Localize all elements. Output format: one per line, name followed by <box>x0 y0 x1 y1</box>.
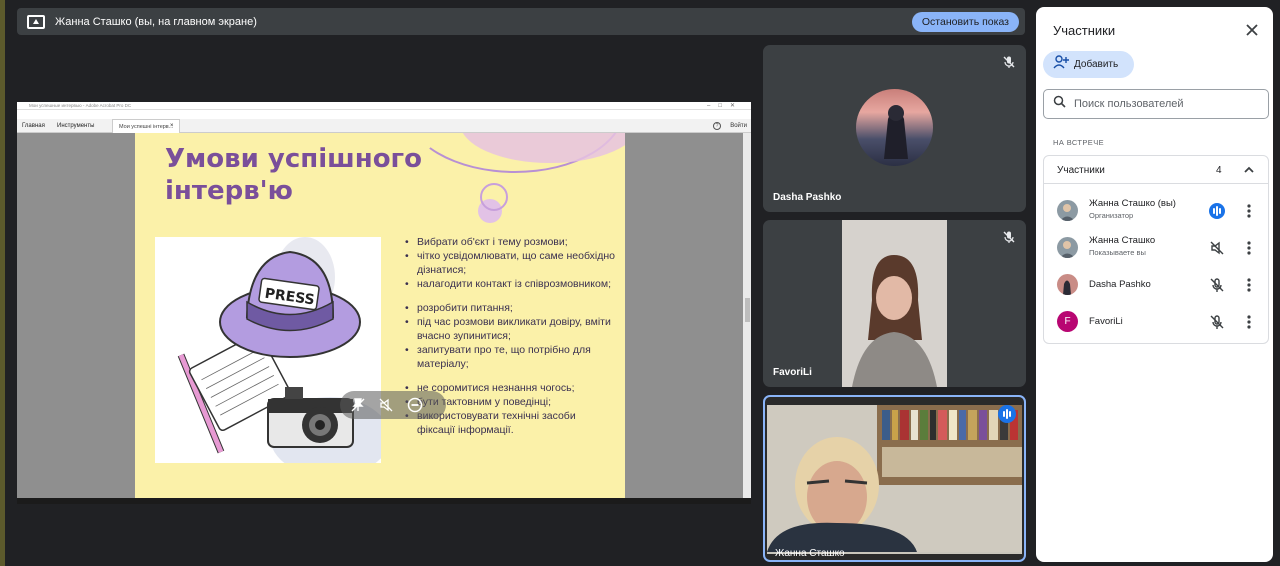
mic-off-icon <box>1002 230 1016 244</box>
shared-screen: Мои успешные интервью - Adobe Acrobat Pr… <box>17 102 751 504</box>
pin-icon[interactable] <box>350 397 366 413</box>
stop-presenting-button[interactable]: Остановить показ <box>911 11 1019 32</box>
close-icon[interactable] <box>1243 21 1261 39</box>
chevron-up-icon[interactable] <box>1242 163 1256 177</box>
section-label: НА ВСТРЕЧЕ <box>1053 138 1105 147</box>
presenting-bar: Жанна Сташко (вы, на главном экране) Ост… <box>17 8 1025 35</box>
add-participant-button[interactable]: Добавить <box>1043 51 1134 78</box>
bullet-item: чітко усвідомлювати, що саме необхідно д… <box>405 249 615 277</box>
bullet-item: налагодити контакт із співрозмовником; <box>405 277 615 291</box>
group-label: Участники <box>1057 165 1105 176</box>
remove-icon[interactable] <box>407 397 423 413</box>
mic-off-icon <box>1208 313 1226 331</box>
meet-window: Жанна Сташко (вы, на главном экране) Ост… <box>0 0 1280 566</box>
mute-icon[interactable] <box>378 397 394 413</box>
participant-tile[interactable]: Dasha Pashko <box>763 45 1026 212</box>
pdf-scrollbar <box>743 133 751 498</box>
participant-role: Организатор <box>1089 211 1134 220</box>
help-icon: ? <box>713 122 721 130</box>
participant-name: Жанна Сташко <box>1089 235 1156 246</box>
avatar <box>1057 200 1078 221</box>
participant-group-header[interactable]: Участники 4 <box>1044 156 1268 184</box>
slide-title: Умови успішного інтерв'ю <box>165 144 423 206</box>
pdf-tab-home: Главная <box>22 123 45 129</box>
add-person-icon <box>1053 55 1069 74</box>
tile-name: Dasha Pashko <box>773 192 842 203</box>
window-controls: –□✕ <box>707 103 743 109</box>
participant-row[interactable]: Жанна Сташко Показываете вы <box>1044 229 1268 266</box>
more-options-icon[interactable] <box>1244 276 1254 294</box>
bullet-item: розробити питання; <box>405 301 615 315</box>
participant-role: Показываете вы <box>1089 248 1146 257</box>
participant-name: FavoriLi <box>1089 316 1123 327</box>
add-button-label: Добавить <box>1074 59 1119 70</box>
window-edge <box>0 0 5 566</box>
pdf-tabbar: Главная Инструменты Мои успешні інтерв..… <box>17 119 751 133</box>
participant-name: Жанна Сташко (вы) <box>1089 198 1176 209</box>
press-illustration: PRESS <box>155 237 381 463</box>
mic-off-icon <box>1208 276 1226 294</box>
pdf-tab-tools: Инструменты <box>57 123 95 129</box>
participant-list: Участники 4 Жанна Сташко (вы) Организато… <box>1043 155 1269 344</box>
participant-tile-active[interactable]: Жанна Сташко <box>763 395 1026 562</box>
mic-off-icon <box>1002 55 1016 69</box>
presenting-off-icon <box>1208 239 1226 257</box>
more-options-icon[interactable] <box>1244 313 1254 331</box>
panel-title: Участники <box>1053 23 1116 38</box>
more-options-icon[interactable] <box>1244 202 1254 220</box>
participant-name: Dasha Pashko <box>1089 279 1151 290</box>
presenting-text: Жанна Сташко (вы, на главном экране) <box>55 15 257 28</box>
participant-row[interactable]: F FavoriLi <box>1044 303 1268 340</box>
participant-tile[interactable]: FavoriLi <box>763 220 1026 387</box>
avatar <box>1057 237 1078 258</box>
bullet-item: Вибрати об'єкт і тему розмови; <box>405 235 615 249</box>
more-options-icon[interactable] <box>1244 239 1254 257</box>
video-feed <box>767 405 1022 554</box>
tile-name: FavoriLi <box>773 367 812 378</box>
slide: Умови успішного інтерв'ю PRESS • Вибрати… <box>135 133 625 498</box>
avatar <box>856 89 933 166</box>
participant-row[interactable]: Жанна Сташко (вы) Организатор <box>1044 192 1268 229</box>
speaking-icon <box>1208 202 1226 220</box>
pdf-menubar: Файл Редактирование Просмотр Окно Справк… <box>17 110 751 124</box>
pdf-window-title: Мои успешные интервью - Adobe Acrobat Pr… <box>29 103 132 108</box>
bullet-item: запитувати про те, що потрібно для матер… <box>405 343 615 371</box>
group-count: 4 <box>1216 165 1222 176</box>
search-icon <box>1053 95 1066 113</box>
speaking-icon <box>998 405 1016 423</box>
video-feed <box>842 220 947 387</box>
presentation-controls <box>340 391 446 419</box>
bullet-item: під час розмови викликати довіру, вміти … <box>405 315 615 343</box>
participant-row[interactable]: Dasha Pashko <box>1044 266 1268 303</box>
present-screen-icon <box>27 14 45 29</box>
search-input[interactable]: Поиск пользователей <box>1043 89 1269 119</box>
avatar <box>1057 274 1078 295</box>
pdf-login: Войти <box>730 123 747 129</box>
pdf-titlebar: Мои успешные интервью - Adobe Acrobat Pr… <box>17 102 751 110</box>
tile-name: Жанна Сташко <box>775 548 845 559</box>
scrollbar-thumb <box>745 298 750 322</box>
search-placeholder: Поиск пользователей <box>1074 98 1184 110</box>
avatar-letter: F <box>1057 311 1078 332</box>
participants-panel: Участники Добавить Поиск пользователей Н… <box>1036 7 1273 562</box>
close-icon: × <box>170 123 174 129</box>
